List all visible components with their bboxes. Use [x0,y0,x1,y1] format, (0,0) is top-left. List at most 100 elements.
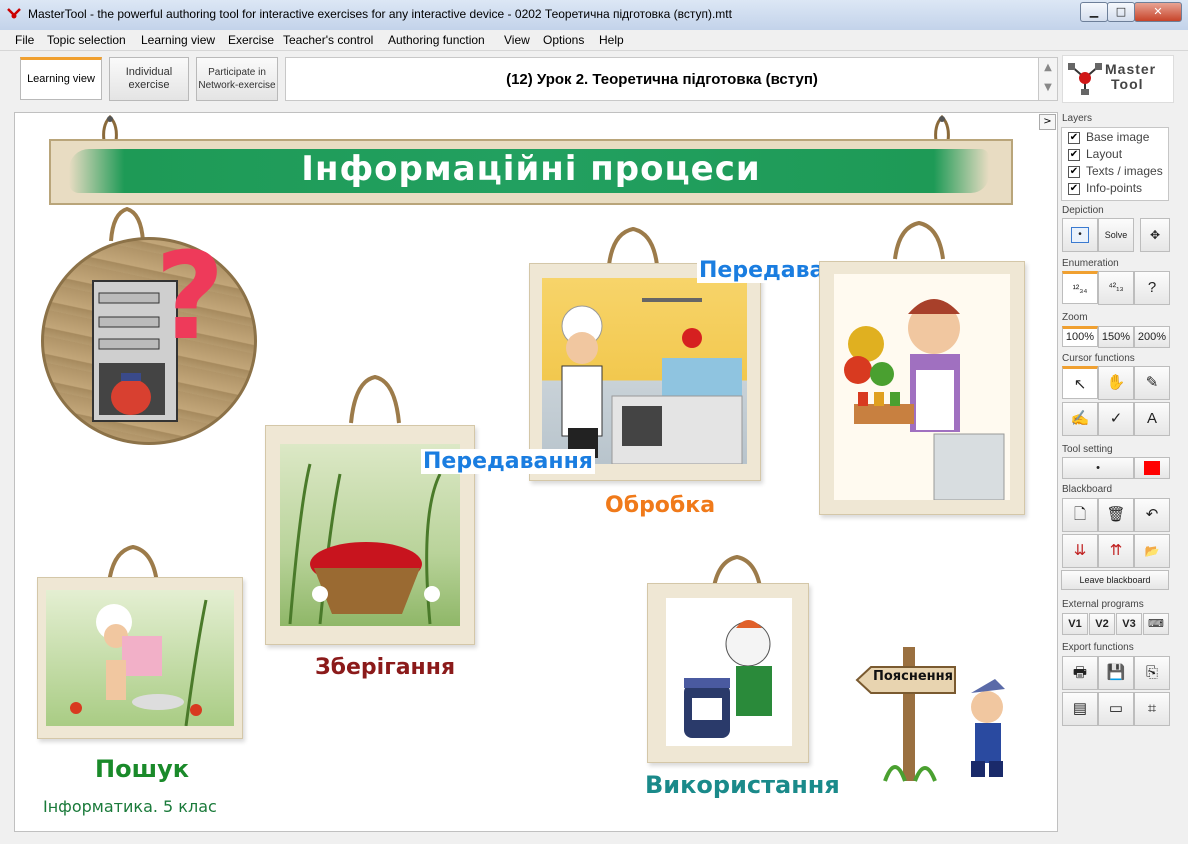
layer-label-base-image: Base image [1086,130,1150,144]
blackboard-title: Blackboard [1062,484,1113,495]
external-v2-button[interactable]: V2 [1089,613,1115,635]
zoom-title: Zoom [1062,312,1088,323]
shop-image [834,274,1010,500]
jar-image [666,598,792,746]
screen-icon[interactable]: ▭ [1098,692,1134,726]
pointer-cursor-icon[interactable]: ↖ [1062,366,1098,399]
minimize-button[interactable]: ▁ [1080,2,1108,22]
text-cursor-button[interactable]: A [1134,402,1170,436]
export-functions-title: Export functions [1062,642,1134,653]
child-illustration [70,599,208,726]
checkbox-info-points[interactable]: ✔ [1068,183,1080,195]
leave-blackboard-button[interactable]: Leave blackboard [1061,570,1169,590]
copy-icon[interactable]: ⎘ [1134,656,1170,690]
enumeration-title: Enumeration [1062,258,1119,269]
undo-icon[interactable]: ↶ [1134,498,1170,532]
checkbox-texts-images[interactable]: ✔ [1068,166,1080,178]
save-icon[interactable]: 💾 [1098,656,1134,690]
banner-rope-right [934,115,950,141]
zoom-150-button[interactable]: 150% [1098,326,1134,348]
title-bar: MasterTool - the powerful authoring tool… [0,0,1188,30]
keyboard-icon[interactable]: ⌨ [1143,613,1169,635]
enumeration-sequential-icon[interactable]: ¹²₃₄ [1062,271,1098,304]
point-icon: • [1071,227,1089,243]
export-icon[interactable]: ⇈ [1098,534,1134,568]
scroll-down-arrow-icon[interactable]: ▼ [1039,78,1057,98]
child-image [46,590,234,726]
logo-text: Master Tool [1105,61,1157,92]
enumeration-shuffle-icon[interactable]: ⁴²₁₃ [1098,271,1134,305]
check-cursor-icon[interactable]: ✓ [1098,402,1134,436]
layer-label-texts-images: Texts / images [1086,164,1163,178]
menu-exercise[interactable]: Exercise [228,33,274,47]
chef-illustration [561,298,743,464]
window-title: MasterTool - the powerful authoring tool… [28,7,732,21]
enumeration-help-button[interactable]: ? [1134,271,1170,305]
crop-icon[interactable]: ⌗ [1134,692,1170,726]
print-icon[interactable]: 🖶 [1062,656,1098,690]
layers-title: Layers [1062,113,1093,124]
menu-help[interactable]: Help [599,33,624,47]
menu-options[interactable]: Options [543,33,584,47]
trash-icon[interactable]: 🗑 [1098,498,1134,532]
external-v1-button[interactable]: V1 [1062,613,1088,635]
layer-label-layout: Layout [1086,147,1123,161]
open-copy-icon[interactable]: 📂 [1134,534,1170,568]
shop-picture-frame [819,261,1025,515]
external-v3-button[interactable]: V3 [1116,613,1142,635]
checkbox-layout[interactable]: ✔ [1068,149,1080,161]
menu-view[interactable]: View [504,33,530,47]
label-processing: Обробка [605,493,716,518]
move-icon[interactable]: ✥ [1140,218,1170,252]
tool-size-button[interactable]: • [1062,457,1134,479]
shop-illustration [844,299,1005,500]
solve-button[interactable]: Solve [1098,218,1134,252]
zoom-100-button[interactable]: 100% [1062,326,1098,347]
label-subject: Інформатика. 5 клас [43,797,217,816]
pen-cursor-icon[interactable]: ✎ [1134,366,1170,400]
zoom-200-button[interactable]: 200% [1134,326,1170,348]
lesson-canvas[interactable]: Інформаційні процеси ? Передавання Оброб… [14,112,1058,832]
chef-frame-rope [607,227,659,266]
tool-color-button[interactable] [1134,457,1170,479]
logo-network-icon [1068,63,1102,95]
jar-picture-frame [647,583,809,763]
label-transfer-middle: Передавання [421,449,595,474]
individual-exercise-tab[interactable]: Individual exercise [109,57,189,101]
jar-illustration [684,620,772,738]
toolbar: Learning view Individual exercise Partic… [0,51,1188,107]
lesson-scroller[interactable]: ▲ ▼ [1038,57,1058,101]
banner-title: Інформаційні процеси [301,149,761,189]
import-icon[interactable]: ⇊ [1062,534,1098,568]
signpost-label[interactable]: Пояснення [873,669,953,684]
maximize-button[interactable]: □ [1107,2,1135,22]
cursor-functions-title: Cursor functions [1062,353,1135,364]
learning-view-tab[interactable]: Learning view [20,57,102,100]
depiction-point-button[interactable]: • [1062,218,1098,252]
application-window: MasterTool - the powerful authoring tool… [0,0,1188,844]
menu-bar: File Topic selection Learning view Exerc… [0,30,1188,51]
collapse-panel-button[interactable]: > [1039,114,1056,130]
menu-teachers-control[interactable]: Teacher's control [283,33,373,47]
freehand-cursor-icon[interactable]: ✍ [1062,402,1098,436]
external-programs-title: External programs [1062,599,1144,610]
close-button[interactable]: ✕ [1134,2,1182,22]
menu-learning-view[interactable]: Learning view [141,33,215,47]
lesson-title: (12) Урок 2. Теоретична підготовка (всту… [285,57,1039,101]
hand-cursor-icon[interactable]: ✋ [1098,366,1134,400]
app-icon [7,8,21,19]
basket-frame-rope [349,375,401,424]
depiction-title: Depiction [1062,205,1104,216]
document-icon[interactable]: ▤ [1062,692,1098,726]
title-banner: Інформаційні процеси [49,139,1013,205]
checkbox-base-image[interactable]: ✔ [1068,132,1080,144]
menu-authoring-function[interactable]: Authoring function [388,33,485,47]
layers-list: ✔ Base image ✔ Layout ✔ Texts / images ✔… [1061,127,1169,201]
new-page-icon[interactable]: 🗋 [1062,498,1098,532]
label-search: Пошук [95,755,189,783]
scroll-up-arrow-icon[interactable]: ▲ [1039,58,1057,78]
color-swatch [1144,461,1160,475]
network-exercise-tab[interactable]: Participate in Network-exercise [196,57,278,101]
menu-topic-selection[interactable]: Topic selection [47,33,126,47]
menu-file[interactable]: File [15,33,34,47]
